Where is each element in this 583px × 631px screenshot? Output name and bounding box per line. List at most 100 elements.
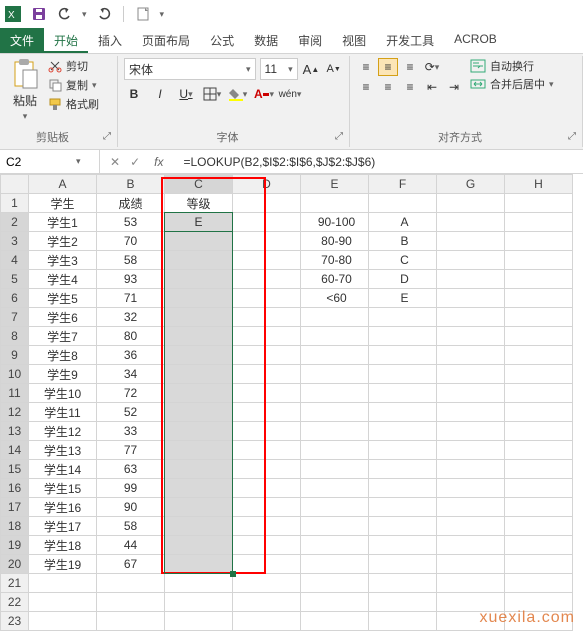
cell-G2[interactable] xyxy=(437,213,505,232)
row-header-19[interactable]: 19 xyxy=(1,536,29,555)
cell-H8[interactable] xyxy=(505,327,573,346)
row-header-17[interactable]: 17 xyxy=(1,498,29,517)
row-header-21[interactable]: 21 xyxy=(1,574,29,593)
cell-B5[interactable]: 93 xyxy=(97,270,165,289)
cell-E13[interactable] xyxy=(301,422,369,441)
cell-E6[interactable]: <60 xyxy=(301,289,369,308)
cell-H13[interactable] xyxy=(505,422,573,441)
cell-B16[interactable]: 99 xyxy=(97,479,165,498)
cell-C3[interactable] xyxy=(165,232,233,251)
cell-B10[interactable]: 34 xyxy=(97,365,165,384)
cell-A15[interactable]: 学生14 xyxy=(29,460,97,479)
cell-H7[interactable] xyxy=(505,308,573,327)
cell-F22[interactable] xyxy=(369,593,437,612)
cut-button[interactable]: 剪切 xyxy=(48,58,99,74)
cell-D21[interactable] xyxy=(233,574,301,593)
cell-F6[interactable]: E xyxy=(369,289,437,308)
cell-G19[interactable] xyxy=(437,536,505,555)
cell-G14[interactable] xyxy=(437,441,505,460)
cell-D5[interactable] xyxy=(233,270,301,289)
cell-F1[interactable] xyxy=(369,194,437,213)
font-name-select[interactable]: 宋体▾ xyxy=(124,58,256,80)
new-doc-icon[interactable] xyxy=(134,5,152,23)
cell-F10[interactable] xyxy=(369,365,437,384)
border-button[interactable]: ▾ xyxy=(202,84,222,104)
cell-E22[interactable] xyxy=(301,593,369,612)
cell-C19[interactable] xyxy=(165,536,233,555)
cell-H18[interactable] xyxy=(505,517,573,536)
tab-acrobat[interactable]: ACROB xyxy=(444,28,507,53)
cell-G12[interactable] xyxy=(437,403,505,422)
cell-D16[interactable] xyxy=(233,479,301,498)
cell-B17[interactable]: 90 xyxy=(97,498,165,517)
cell-B7[interactable]: 32 xyxy=(97,308,165,327)
cell-D20[interactable] xyxy=(233,555,301,574)
cell-G10[interactable] xyxy=(437,365,505,384)
tab-home[interactable]: 开始 xyxy=(44,28,88,53)
cell-D19[interactable] xyxy=(233,536,301,555)
cell-H15[interactable] xyxy=(505,460,573,479)
cell-H10[interactable] xyxy=(505,365,573,384)
cell-G7[interactable] xyxy=(437,308,505,327)
cell-E2[interactable]: 90-100 xyxy=(301,213,369,232)
cell-F8[interactable] xyxy=(369,327,437,346)
undo-icon[interactable] xyxy=(56,5,74,23)
row-header-5[interactable]: 5 xyxy=(1,270,29,289)
cell-F23[interactable] xyxy=(369,612,437,631)
cell-C8[interactable] xyxy=(165,327,233,346)
cell-B23[interactable] xyxy=(97,612,165,631)
cell-D13[interactable] xyxy=(233,422,301,441)
merge-center-button[interactable]: 合并后居中▾ xyxy=(470,76,554,92)
cell-A4[interactable]: 学生3 xyxy=(29,251,97,270)
clipboard-dialog-launcher-icon[interactable]: ⤢ xyxy=(103,131,111,142)
cell-F15[interactable] xyxy=(369,460,437,479)
cell-C21[interactable] xyxy=(165,574,233,593)
col-header-B[interactable]: B xyxy=(97,175,165,194)
tab-developer[interactable]: 开发工具 xyxy=(376,28,444,53)
cell-C23[interactable] xyxy=(165,612,233,631)
cell-A21[interactable] xyxy=(29,574,97,593)
row-header-9[interactable]: 9 xyxy=(1,346,29,365)
cell-D8[interactable] xyxy=(233,327,301,346)
cell-A10[interactable]: 学生9 xyxy=(29,365,97,384)
cell-H11[interactable] xyxy=(505,384,573,403)
cell-B14[interactable]: 77 xyxy=(97,441,165,460)
cell-F11[interactable] xyxy=(369,384,437,403)
cell-G15[interactable] xyxy=(437,460,505,479)
row-header-11[interactable]: 11 xyxy=(1,384,29,403)
cell-A18[interactable]: 学生17 xyxy=(29,517,97,536)
fx-icon[interactable]: fx xyxy=(150,155,167,169)
cell-G4[interactable] xyxy=(437,251,505,270)
cell-D22[interactable] xyxy=(233,593,301,612)
cell-C13[interactable] xyxy=(165,422,233,441)
cell-C16[interactable] xyxy=(165,479,233,498)
cell-G1[interactable] xyxy=(437,194,505,213)
row-header-3[interactable]: 3 xyxy=(1,232,29,251)
cell-E23[interactable] xyxy=(301,612,369,631)
cell-H4[interactable] xyxy=(505,251,573,270)
row-header-1[interactable]: 1 xyxy=(1,194,29,213)
cell-D10[interactable] xyxy=(233,365,301,384)
row-header-6[interactable]: 6 xyxy=(1,289,29,308)
cell-H9[interactable] xyxy=(505,346,573,365)
cell-C9[interactable] xyxy=(165,346,233,365)
cell-A23[interactable] xyxy=(29,612,97,631)
cell-G17[interactable] xyxy=(437,498,505,517)
cell-D7[interactable] xyxy=(233,308,301,327)
cell-E14[interactable] xyxy=(301,441,369,460)
cell-D17[interactable] xyxy=(233,498,301,517)
cell-A16[interactable]: 学生15 xyxy=(29,479,97,498)
qat-more-icon[interactable]: ▾ xyxy=(160,9,165,20)
cell-E5[interactable]: 60-70 xyxy=(301,270,369,289)
cell-E17[interactable] xyxy=(301,498,369,517)
cell-C7[interactable] xyxy=(165,308,233,327)
cell-F9[interactable] xyxy=(369,346,437,365)
copy-button[interactable]: 复制▾ xyxy=(48,77,99,93)
cell-H17[interactable] xyxy=(505,498,573,517)
cell-B18[interactable]: 58 xyxy=(97,517,165,536)
col-header-E[interactable]: E xyxy=(301,175,369,194)
align-center-icon[interactable]: ≡ xyxy=(378,78,398,96)
cell-C18[interactable] xyxy=(165,517,233,536)
cell-D12[interactable] xyxy=(233,403,301,422)
cell-E11[interactable] xyxy=(301,384,369,403)
